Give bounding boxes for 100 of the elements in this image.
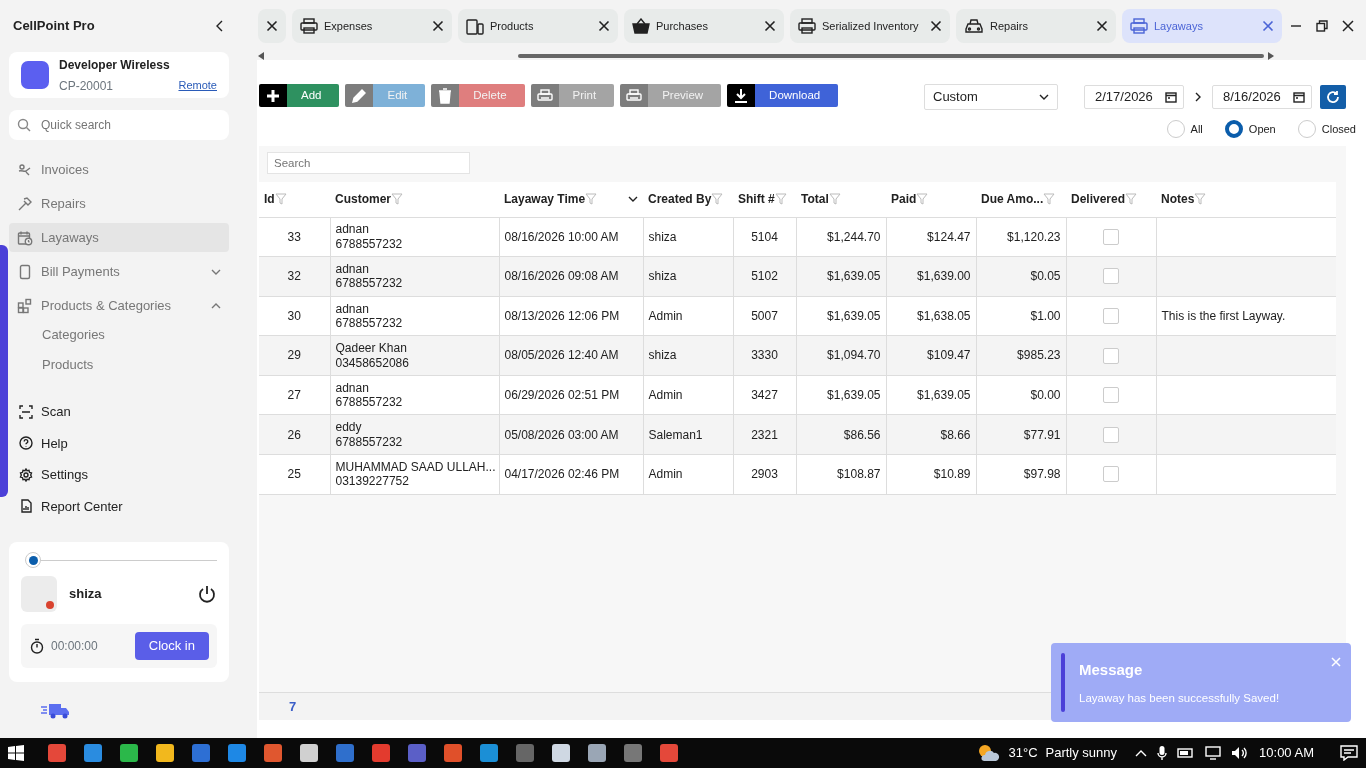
app-icon[interactable]: [372, 744, 390, 762]
date-field[interactable]: 8/16/2026: [1212, 85, 1312, 109]
battery-icon[interactable]: [1177, 748, 1196, 758]
close-icon[interactable]: [764, 20, 776, 32]
filter-icon[interactable]: [391, 193, 403, 206]
app-icon[interactable]: [228, 744, 246, 762]
timer-text: 00:00:00: [51, 638, 98, 655]
sidebar-tool-item[interactable]: Help: [9, 427, 229, 459]
tab[interactable]: Repairs: [956, 9, 1116, 43]
delivered-checkbox[interactable]: [1103, 228, 1119, 245]
range-dropdown[interactable]: Custom: [924, 84, 1058, 110]
status-radio[interactable]: Open: [1224, 120, 1276, 138]
clock-in-button[interactable]: Clock in: [134, 632, 209, 660]
column-header[interactable]: Customer: [330, 182, 499, 217]
date-field[interactable]: 2/17/2026: [1084, 85, 1184, 109]
app-icon[interactable]: [336, 744, 354, 762]
toolbar-button[interactable]: Download: [727, 84, 839, 107]
app-icon[interactable]: [408, 744, 426, 762]
tab[interactable]: Layaways: [1122, 9, 1282, 43]
app-icon[interactable]: [552, 744, 570, 762]
grid-search-field[interactable]: Search: [267, 152, 470, 174]
close-icon[interactable]: [432, 20, 444, 32]
sidebar-item[interactable]: Repairs: [9, 189, 229, 218]
sidebar-item[interactable]: Layaways: [9, 223, 229, 252]
power-icon[interactable]: [197, 584, 217, 604]
filter-icon[interactable]: [1043, 193, 1056, 206]
filter-icon[interactable]: [828, 193, 841, 206]
notification-icon[interactable]: [1340, 745, 1358, 761]
scrollbar-thumb[interactable]: [518, 54, 1264, 58]
search-icon: [17, 118, 31, 132]
app-icon[interactable]: [588, 744, 606, 762]
restore-icon[interactable]: [1316, 20, 1328, 32]
close-icon[interactable]: [598, 20, 610, 32]
sidebar-tool-item[interactable]: Report Center: [9, 490, 229, 522]
filter-icon[interactable]: [774, 193, 787, 206]
sidebar-tool-item[interactable]: Settings: [9, 459, 229, 491]
app-icon[interactable]: [48, 744, 66, 762]
sidebar-subitem[interactable]: Products: [9, 350, 229, 380]
filter-icon[interactable]: [1125, 193, 1138, 206]
clock-time[interactable]: 10:00 AM: [1259, 743, 1314, 763]
refresh-button[interactable]: [1320, 85, 1346, 109]
filter-icon[interactable]: [711, 193, 724, 206]
microphone-icon[interactable]: [1157, 745, 1168, 761]
filter-icon[interactable]: [1194, 193, 1207, 206]
sidebar-tool-item[interactable]: Scan: [9, 396, 229, 428]
network-icon[interactable]: [1205, 746, 1222, 760]
sidebar-item[interactable]: Products & Categories: [9, 291, 229, 320]
start-icon[interactable]: [8, 745, 24, 761]
app-icon[interactable]: [516, 744, 534, 762]
status-radio[interactable]: Closed: [1297, 120, 1356, 138]
chevron-down-icon[interactable]: [211, 268, 221, 275]
column-header[interactable]: Delivered: [1066, 182, 1156, 217]
filter-icon[interactable]: [274, 193, 287, 206]
close-icon[interactable]: [930, 20, 942, 32]
app-icon[interactable]: [264, 744, 282, 762]
quick-search-field[interactable]: Quick search: [9, 110, 229, 140]
app-icon[interactable]: [444, 744, 462, 762]
delivered-checkbox[interactable]: [1103, 347, 1119, 364]
tab[interactable]: Serialized Inventory: [790, 9, 950, 43]
quick-search-input[interactable]: Quick search: [39, 115, 209, 135]
delivered-checkbox[interactable]: [1103, 268, 1119, 285]
toolbar-button[interactable]: Add: [259, 84, 340, 107]
column-header[interactable]: Notes: [1156, 182, 1336, 217]
filter-icon[interactable]: [585, 193, 598, 206]
column-header[interactable]: Total: [796, 182, 886, 217]
column-header[interactable]: Paid: [886, 182, 976, 217]
column-header[interactable]: Created By: [643, 182, 733, 217]
delivered-checkbox[interactable]: [1103, 466, 1119, 483]
scroll-right-icon[interactable]: [1268, 52, 1274, 60]
delivered-checkbox[interactable]: [1103, 387, 1119, 404]
column-header[interactable]: Due Amo...: [976, 182, 1066, 217]
app-icon[interactable]: [192, 744, 210, 762]
delivered-checkbox[interactable]: [1103, 308, 1119, 324]
collapse-icon[interactable]: [215, 20, 225, 32]
app-icon[interactable]: [480, 744, 498, 762]
tab[interactable]: Purchases: [624, 9, 784, 43]
close-icon[interactable]: [266, 20, 278, 32]
column-header[interactable]: Layaway Time: [499, 182, 643, 217]
sidebar-item[interactable]: Bill Payments: [9, 257, 229, 286]
filter-icon[interactable]: [916, 193, 929, 206]
close-icon[interactable]: [1096, 20, 1108, 32]
app-icon[interactable]: [84, 744, 102, 762]
sidebar-subitem[interactable]: Categories: [9, 320, 229, 350]
tab[interactable]: Expenses: [292, 9, 452, 43]
table-cell: 30: [259, 296, 330, 336]
tab[interactable]: [258, 9, 286, 43]
tab[interactable]: Products: [458, 9, 618, 43]
sidebar-item[interactable]: Invoices: [9, 155, 229, 184]
app-icon[interactable]: [624, 744, 642, 762]
app-icon[interactable]: [300, 744, 318, 762]
close-icon[interactable]: [1342, 20, 1354, 32]
speaker-icon[interactable]: [1231, 746, 1250, 760]
column-header[interactable]: Shift #: [733, 182, 796, 217]
scroll-left-icon[interactable]: [258, 52, 264, 60]
delivered-checkbox[interactable]: [1103, 426, 1119, 443]
remote-link[interactable]: Remote: [178, 76, 217, 95]
column-header[interactable]: Id: [259, 182, 330, 217]
app-icon[interactable]: [660, 744, 678, 762]
app-icon[interactable]: [120, 744, 138, 762]
app-icon[interactable]: [156, 744, 174, 762]
